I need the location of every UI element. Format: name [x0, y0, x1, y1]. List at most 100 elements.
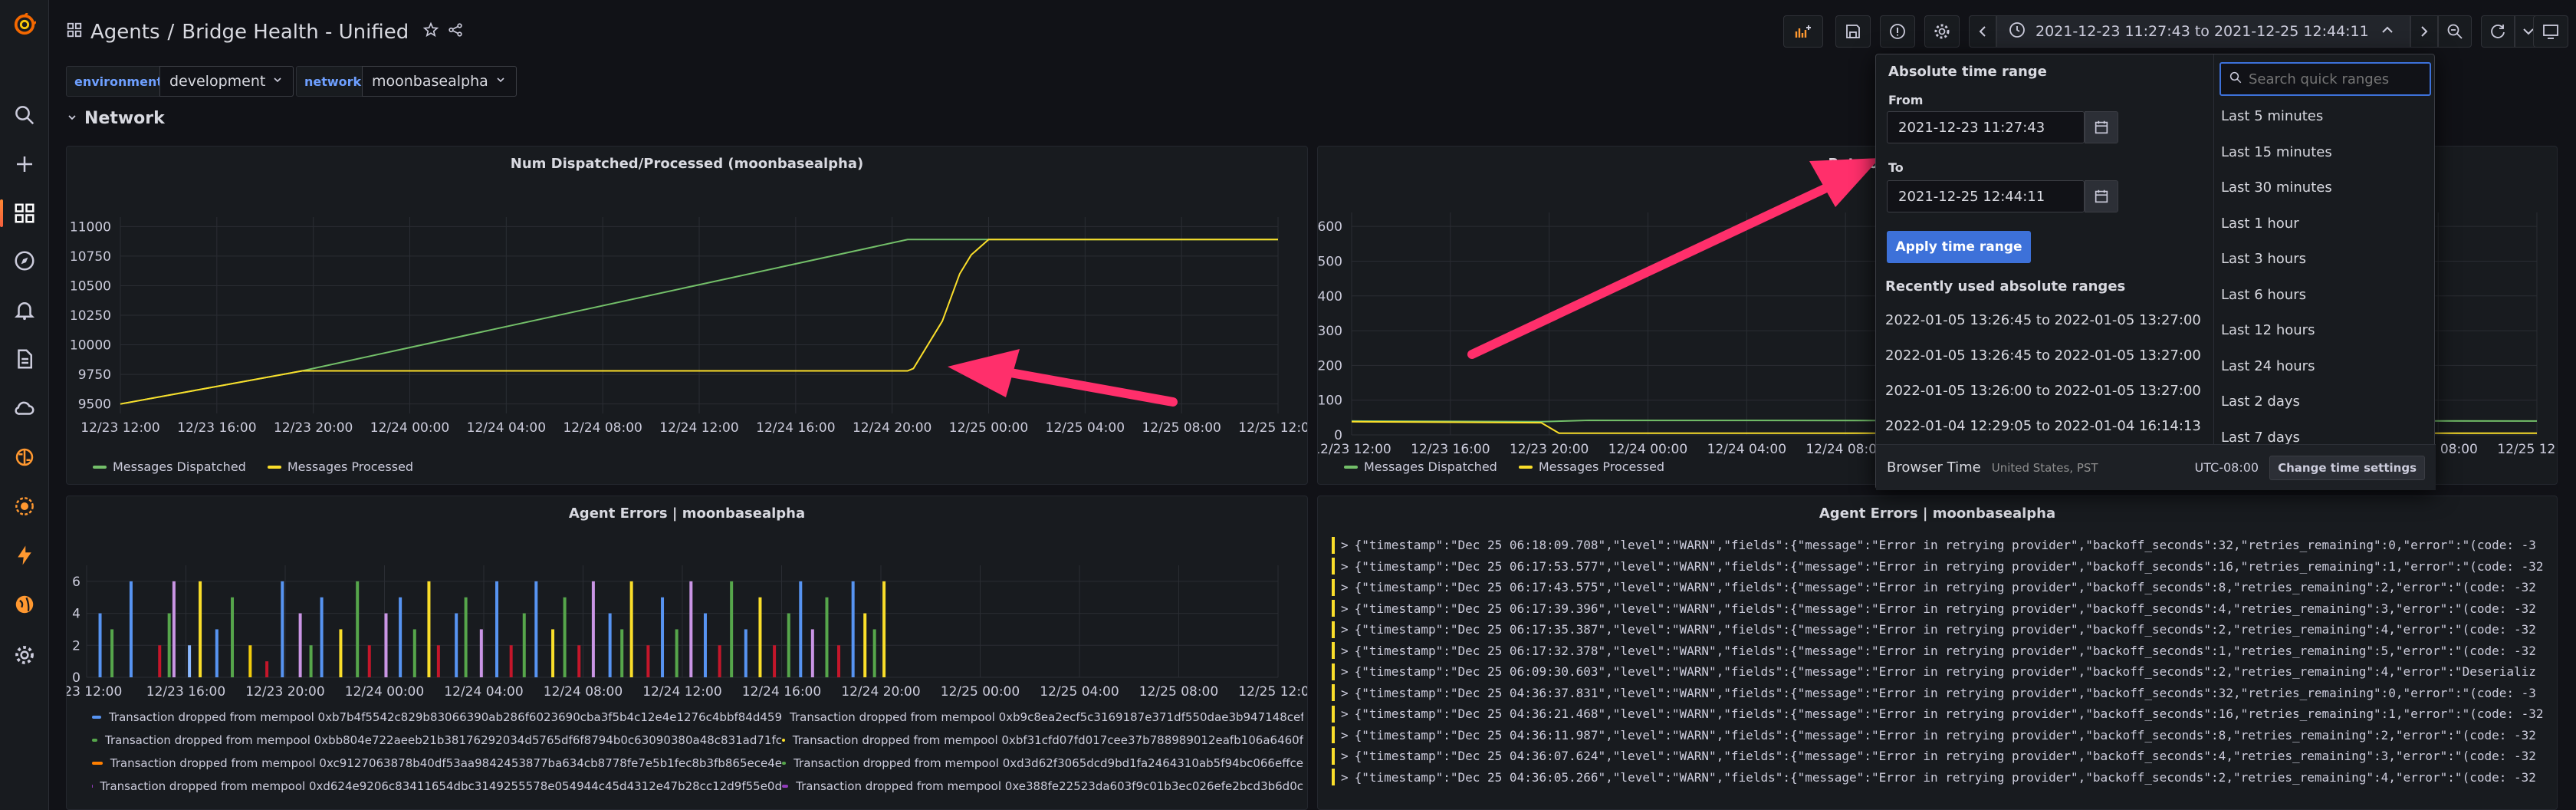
- lightning-icon[interactable]: [11, 542, 38, 569]
- star-icon[interactable]: [422, 21, 439, 44]
- log-row[interactable]: > {"timestamp":"Dec 25 04:36:11.987","lev…: [1332, 725, 2551, 746]
- log-row[interactable]: > {"timestamp":"Dec 25 04:36:05.266","lev…: [1332, 767, 2551, 789]
- expand-caret-icon[interactable]: >: [1341, 725, 1349, 746]
- alerting-icon[interactable]: [11, 296, 38, 324]
- log-row[interactable]: > {"timestamp":"Dec 25 04:36:37.831","lev…: [1332, 683, 2551, 704]
- zoom-out-button[interactable]: [2438, 15, 2472, 48]
- expand-caret-icon[interactable]: >: [1341, 556, 1349, 578]
- expand-caret-icon[interactable]: >: [1341, 640, 1349, 662]
- x-tick-label: 12/23 16:00: [1411, 442, 1490, 457]
- variable-select-network[interactable]: moonbasealpha: [362, 66, 517, 97]
- quick-range-item[interactable]: Last 7 days: [2221, 430, 2300, 446]
- expand-caret-icon[interactable]: >: [1341, 619, 1349, 640]
- log-level-bar: [1332, 684, 1335, 702]
- change-time-settings-button[interactable]: Change time settings: [2269, 455, 2425, 480]
- log-row[interactable]: > {"timestamp":"Dec 25 06:17:39.396","lev…: [1332, 598, 2551, 620]
- legend-item-dispatched[interactable]: Messages Dispatched: [1344, 459, 1497, 474]
- time-range-picker-button[interactable]: 2021-12-23 11:27:43 to 2021-12-25 12:44:…: [1996, 15, 2410, 48]
- legend-item[interactable]: Transaction dropped from mempool 0xbb804…: [92, 733, 782, 747]
- from-input[interactable]: 2021-12-23 11:27:43: [1887, 111, 2085, 143]
- expand-caret-icon[interactable]: >: [1341, 535, 1349, 556]
- quick-range-item[interactable]: Last 6 hours: [2221, 287, 2306, 303]
- quick-ranges-search[interactable]: [2220, 62, 2431, 96]
- expand-caret-icon[interactable]: >: [1341, 703, 1349, 725]
- save-dashboard-button[interactable]: [1835, 15, 1871, 48]
- quick-range-item[interactable]: Last 12 hours: [2221, 322, 2315, 338]
- expand-caret-icon[interactable]: >: [1341, 683, 1349, 704]
- log-row[interactable]: > {"timestamp":"Dec 25 06:17:53.577","lev…: [1332, 556, 2551, 578]
- legend-item-processed[interactable]: Messages Processed: [267, 459, 413, 474]
- recent-range-item[interactable]: 2022-01-05 13:26:00 to 2022-01-05 13:27:…: [1885, 383, 2201, 399]
- legend-item[interactable]: Transaction dropped from mempool 0xbf31c…: [782, 733, 1303, 747]
- quick-ranges-search-input[interactable]: [2249, 71, 2417, 87]
- expand-caret-icon[interactable]: >: [1341, 598, 1349, 620]
- error-bar: [620, 629, 624, 677]
- search-icon: [2229, 71, 2242, 87]
- reports-icon[interactable]: [11, 345, 38, 373]
- calendar-button-to[interactable]: [2085, 180, 2118, 212]
- legend-item[interactable]: Transaction dropped from mempool 0xd3d62…: [782, 756, 1303, 770]
- info-button[interactable]: [1880, 15, 1915, 48]
- calendar-button-from[interactable]: [2085, 111, 2118, 143]
- log-row[interactable]: > {"timestamp":"Dec 25 06:17:35.387","lev…: [1332, 619, 2551, 640]
- expand-caret-icon[interactable]: >: [1341, 767, 1349, 789]
- brain-icon[interactable]: [11, 443, 38, 471]
- globe-icon[interactable]: [11, 591, 38, 618]
- log-row[interactable]: > {"timestamp":"Dec 25 06:18:09.708","lev…: [1332, 535, 2551, 556]
- panel-title[interactable]: Agent Errors | moonbasealpha: [1318, 505, 2557, 522]
- y-tick-label: 6: [72, 575, 80, 590]
- dashboards-icon[interactable]: [11, 199, 38, 227]
- search-icon[interactable]: [11, 101, 38, 129]
- x-tick-label: 12/24 00:00: [345, 684, 424, 700]
- explore-icon[interactable]: [11, 247, 38, 275]
- quick-range-item[interactable]: Last 1 hour: [2221, 216, 2299, 232]
- quick-range-item[interactable]: Last 15 minutes: [2221, 144, 2332, 160]
- legend-item[interactable]: Transaction dropped from mempool 0xe388f…: [782, 779, 1303, 793]
- top-bar: Agents / Bridge Health - Unified 2021-12…: [49, 0, 2576, 60]
- to-input[interactable]: 2021-12-25 12:44:11: [1887, 180, 2085, 212]
- quick-range-item[interactable]: Last 5 minutes: [2221, 108, 2323, 124]
- log-row[interactable]: > {"timestamp":"Dec 25 04:36:21.468","lev…: [1332, 703, 2551, 725]
- gear-icon[interactable]: [11, 641, 38, 669]
- legend-item-dispatched[interactable]: Messages Dispatched: [93, 459, 246, 474]
- legend-item-processed[interactable]: Messages Processed: [1518, 459, 1664, 474]
- log-row[interactable]: > {"timestamp":"Dec 25 06:17:32.378","lev…: [1332, 640, 2551, 662]
- plugin-icon[interactable]: [11, 492, 38, 520]
- variable-select-environment[interactable]: development: [159, 66, 294, 97]
- settings-button[interactable]: [1924, 15, 1960, 48]
- time-forward-button[interactable]: [2410, 15, 2438, 48]
- plus-icon[interactable]: [11, 150, 38, 178]
- log-row[interactable]: > {"timestamp":"Dec 25 04:36:07.624","lev…: [1332, 746, 2551, 767]
- quick-range-item[interactable]: Last 2 days: [2221, 393, 2300, 410]
- tv-mode-button[interactable]: [2533, 15, 2568, 48]
- share-icon[interactable]: [447, 21, 464, 44]
- add-panel-button[interactable]: [1783, 15, 1823, 48]
- quick-range-item[interactable]: Last 3 hours: [2221, 251, 2306, 267]
- errors-legend: Transaction dropped from mempool 0xb7b4f…: [92, 706, 1303, 798]
- refresh-button[interactable]: [2481, 15, 2515, 48]
- log-row[interactable]: > {"timestamp":"Dec 25 06:09:30.603","lev…: [1332, 661, 2551, 683]
- time-back-button[interactable]: [1969, 15, 1996, 48]
- legend-item[interactable]: Transaction dropped from mempool 0xb9c8e…: [782, 710, 1303, 724]
- breadcrumb-folder[interactable]: Agents: [90, 21, 160, 44]
- log-row[interactable]: > {"timestamp":"Dec 25 06:17:43.575","lev…: [1332, 577, 2551, 598]
- recent-range-item[interactable]: 2022-01-05 13:26:45 to 2022-01-05 13:27:…: [1885, 347, 2201, 364]
- dashboard-title[interactable]: Bridge Health - Unified: [182, 21, 409, 44]
- error-bar: [356, 581, 360, 677]
- expand-caret-icon[interactable]: >: [1341, 577, 1349, 598]
- quick-range-item[interactable]: Last 24 hours: [2221, 358, 2315, 374]
- legend-item[interactable]: Transaction dropped from mempool 0xb7b4f…: [92, 710, 782, 724]
- recent-range-item[interactable]: 2022-01-04 12:29:05 to 2022-01-04 16:14:…: [1885, 418, 2201, 434]
- grafana-logo[interactable]: [11, 11, 38, 38]
- x-tick-label: 12/23 20:00: [245, 684, 324, 700]
- legend-item[interactable]: Transaction dropped from mempool 0xc9127…: [92, 756, 782, 770]
- apply-time-range-button[interactable]: Apply time range: [1887, 231, 2031, 263]
- quick-range-item[interactable]: Last 30 minutes: [2221, 179, 2332, 196]
- error-bar: [281, 581, 284, 677]
- recent-range-item[interactable]: 2022-01-05 13:26:45 to 2022-01-05 13:27:…: [1885, 312, 2201, 328]
- expand-caret-icon[interactable]: >: [1341, 746, 1349, 767]
- row-network[interactable]: Network: [66, 109, 165, 128]
- expand-caret-icon[interactable]: >: [1341, 661, 1349, 683]
- cloud-icon[interactable]: [11, 394, 38, 422]
- legend-item[interactable]: Transaction dropped from mempool 0xd624e…: [92, 779, 782, 793]
